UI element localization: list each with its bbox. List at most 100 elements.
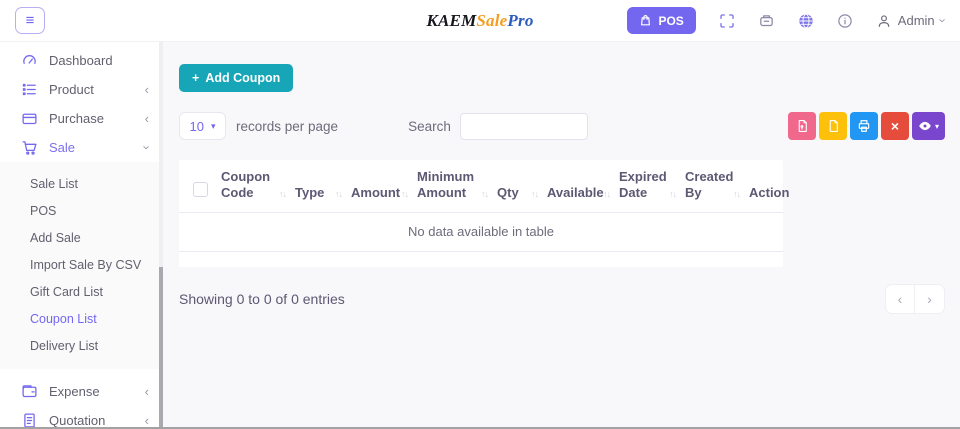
select-all-checkbox[interactable] [193, 182, 208, 198]
pagination-next-button[interactable]: › [915, 283, 945, 314]
chevron-left-icon: ‹ [897, 290, 903, 307]
topbar-actions: POS Admin › [627, 7, 950, 34]
eye-icon [918, 119, 932, 133]
search-label: Search [408, 118, 451, 134]
credit-card-icon [21, 110, 38, 127]
pdf-file-icon [796, 119, 809, 133]
sidebar: Dashboard Product ‹ Purchase ‹ Sale › Sa… [0, 42, 163, 429]
column-header-expired-date[interactable]: Expired Date ↑↓ [613, 160, 679, 213]
coupon-list-page: + Add Coupon 10 ▾ records per page Searc… [163, 42, 960, 429]
sort-icon: ↑↓ [531, 189, 539, 200]
sidebar-item-purchase[interactable]: Purchase ‹ [0, 104, 162, 133]
sidebar-item-dashboard[interactable]: Dashboard [0, 46, 162, 75]
list-icon [21, 81, 38, 98]
pos-button[interactable]: POS [627, 7, 696, 34]
plus-icon: + [192, 71, 200, 85]
printer-icon [857, 119, 871, 133]
print-button[interactable] [850, 112, 878, 140]
column-label: Type [295, 185, 325, 201]
search-input[interactable] [459, 112, 588, 140]
column-header-created-by[interactable]: Created By ↑↓ [679, 160, 743, 213]
column-label: Available [547, 185, 604, 201]
submenu-item-coupon-list[interactable]: Coupon List [0, 305, 162, 332]
shopping-cart-icon [21, 139, 38, 156]
cash-register-icon[interactable] [758, 12, 775, 29]
admin-dropdown[interactable]: Admin › [876, 13, 950, 29]
sidebar-scrollbar-thumb[interactable] [159, 267, 163, 429]
submenu-item-sale-list[interactable]: Sale List [0, 170, 162, 197]
column-label: Minimum Amount [417, 169, 475, 201]
chevron-collapsed-icon: ‹ [144, 82, 149, 97]
sidebar-item-product[interactable]: Product ‹ [0, 75, 162, 104]
column-label: Expired Date [619, 169, 667, 201]
sort-icon: ↑↓ [401, 189, 409, 200]
chevron-expanded-icon: › [139, 145, 155, 150]
column-header-qty[interactable]: Qty ↑↓ [491, 160, 541, 213]
globe-icon[interactable] [798, 13, 814, 29]
submenu-item-pos[interactable]: POS [0, 197, 162, 224]
submenu-label: POS [30, 203, 57, 218]
column-label: Action [749, 185, 790, 201]
pos-button-label: POS [658, 13, 684, 28]
column-label: Qty [497, 185, 519, 201]
table-controls: 10 ▾ records per page Search × ▾ [179, 112, 945, 140]
records-per-page-label: records per page [236, 118, 339, 134]
submenu-item-add-sale[interactable]: Add Sale [0, 224, 162, 251]
column-label: Coupon Code [221, 169, 271, 201]
submenu-item-gift-card-list[interactable]: Gift Card List [0, 278, 162, 305]
sidebar-item-label: Expense [49, 384, 100, 399]
user-icon [876, 13, 892, 29]
sort-icon: ↑↓ [481, 189, 489, 200]
submenu-item-import-sale-by-csv[interactable]: Import Sale By CSV [0, 251, 162, 278]
select-caret-icon: ▾ [210, 120, 216, 131]
wallet-icon [21, 383, 38, 400]
submenu-label: Import Sale By CSV [30, 257, 142, 272]
sidebar-toggle-button[interactable]: ≡ [15, 7, 45, 34]
file-icon [827, 119, 840, 133]
submenu-label: Gift Card List [30, 284, 103, 299]
logo-text-pro: Pro [507, 10, 534, 30]
sidebar-item-expense[interactable]: Expense ‹ [0, 377, 162, 406]
sidebar-item-label: Dashboard [49, 53, 113, 68]
column-header-amount[interactable]: Amount ↑↓ [345, 160, 411, 213]
close-button[interactable]: × [881, 112, 909, 140]
sort-icon: ↑↓ [335, 189, 343, 200]
export-pdf-button[interactable] [788, 112, 816, 140]
submenu-label: Delivery List [30, 338, 99, 353]
sidebar-item-quotation[interactable]: Quotation ‹ [0, 406, 162, 429]
coupon-table: Coupon Code ↑↓ Type ↑↓ Amount ↑↓ Minimum Am… [179, 160, 789, 252]
empty-table-row: No data available in table [179, 212, 783, 252]
sidebar-item-label: Sale [49, 140, 76, 155]
table-footer: Showing 0 to 0 of 0 entries ‹ › [179, 283, 945, 314]
app-logo: KAEMSalePro [426, 11, 533, 31]
column-header-minimum-amount[interactable]: Minimum Amount ↑↓ [411, 160, 491, 213]
admin-label: Admin [897, 13, 935, 28]
empty-message: No data available in table [179, 212, 783, 252]
sidebar-item-sale[interactable]: Sale › [0, 133, 162, 162]
pagination-prev-button[interactable]: ‹ [885, 283, 915, 314]
add-coupon-button[interactable]: + Add Coupon [179, 64, 294, 92]
fullscreen-icon[interactable] [719, 13, 735, 29]
showing-entries-text: Showing 0 to 0 of 0 entries [179, 290, 345, 307]
search-control: Search [408, 112, 588, 140]
sort-icon: ↑↓ [669, 189, 677, 200]
records-per-page-control: 10 ▾ records per page [179, 112, 338, 140]
add-coupon-label: Add Coupon [205, 71, 281, 85]
column-header-available[interactable]: Available ↑↓ [541, 160, 613, 213]
page-size-select[interactable]: 10 ▾ [179, 112, 226, 140]
column-header-coupon-code[interactable]: Coupon Code ↑↓ [215, 160, 289, 213]
logo-text-kaem: KAEM [426, 10, 477, 30]
chevron-down-icon: › [935, 18, 951, 23]
column-label: Created By [685, 169, 734, 201]
column-header-type[interactable]: Type ↑↓ [289, 160, 345, 213]
sale-submenu: Sale List POS Add Sale Import Sale By CS… [0, 162, 162, 369]
table-header-row: Coupon Code ↑↓ Type ↑↓ Amount ↑↓ Minimum Am… [179, 160, 789, 213]
submenu-label: Coupon List [30, 311, 97, 326]
dropdown-caret-icon: ▾ [934, 121, 939, 131]
app-root: ≡ KAEMSalePro POS Admin › Dashboard Prod… [0, 0, 960, 429]
info-icon[interactable] [837, 13, 853, 29]
export-excel-button[interactable] [819, 112, 847, 140]
submenu-item-delivery-list[interactable]: Delivery List [0, 332, 162, 359]
column-visibility-button[interactable]: ▾ [912, 112, 945, 140]
sort-icon: ↑↓ [733, 189, 741, 200]
